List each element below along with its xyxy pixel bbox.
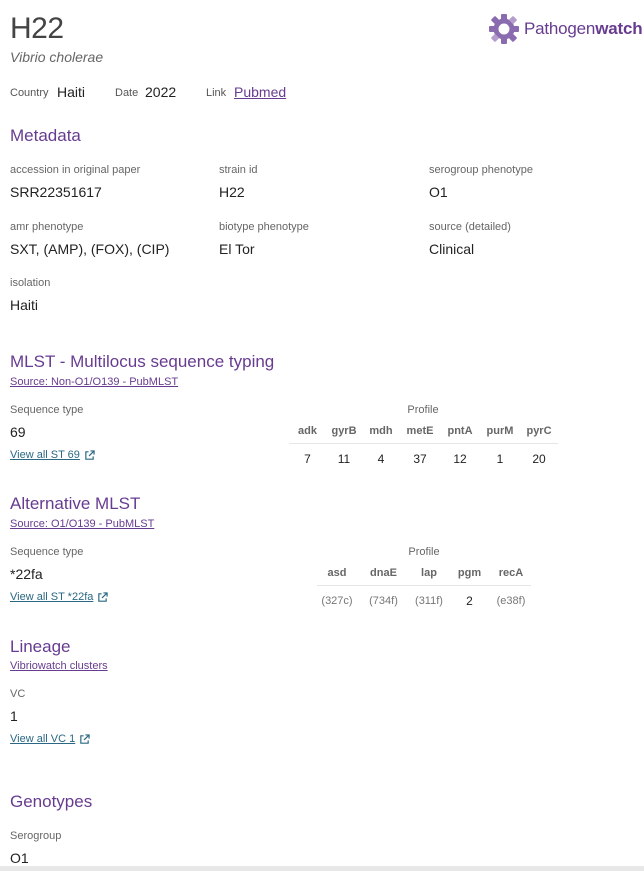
view-all-vc-link[interactable]: View all VC 1 xyxy=(10,733,90,745)
sequence-type-value: 69 xyxy=(10,424,26,440)
external-link-icon xyxy=(85,449,95,460)
allele-cell: 7 xyxy=(289,442,326,475)
allele-cell: (327c) xyxy=(317,584,357,617)
view-all-alt-st-link[interactable]: View all ST *22fa xyxy=(10,591,109,603)
metadata-heading: Metadata xyxy=(10,126,81,145)
genotypes-heading: Genotypes xyxy=(10,792,93,811)
mlst-profile-table: adk gyrB mdh metE pntA purM pyrC 7 11 4 … xyxy=(289,419,558,475)
allele-cell: 2 xyxy=(448,584,491,617)
allele-cell: (734f) xyxy=(357,584,410,617)
view-all-vc-label: View all VC 1 xyxy=(10,733,76,745)
logo-text: Pathogenwatch xyxy=(524,19,643,38)
gene-header: metE xyxy=(406,424,434,437)
pathogenwatch-logo-icon xyxy=(489,14,519,44)
gene-header: mdh xyxy=(369,424,393,437)
page-title: H22 xyxy=(10,12,64,45)
date-label: Date xyxy=(115,87,139,99)
view-all-st-link[interactable]: View all ST 69 xyxy=(10,449,95,461)
field-label: accession in original paper xyxy=(10,164,141,176)
field-label: strain id xyxy=(219,164,258,176)
field-label: source (detailed) xyxy=(429,221,511,233)
country-label: Country xyxy=(10,87,49,99)
field-label: biotype phenotype xyxy=(219,221,309,233)
allele-cell: 4 xyxy=(362,442,400,475)
pathogenwatch-logo[interactable]: Pathogenwatch xyxy=(488,12,643,46)
gene-header: adk xyxy=(298,424,317,437)
sequence-type-label: Sequence type xyxy=(10,404,84,416)
species-name: Vibrio cholerae xyxy=(10,49,104,65)
scroll-edge xyxy=(0,866,644,871)
lineage-heading: Lineage xyxy=(10,637,71,656)
mlst-source-link[interactable]: Source: Non-O1/O139 - PubMLST xyxy=(10,376,178,388)
view-all-st-label: View all ST 69 xyxy=(10,449,80,461)
field-value: H22 xyxy=(219,184,245,200)
mlst-heading: MLST - Multilocus sequence typing xyxy=(10,352,275,371)
alt-mlst-profile-table: asd dnaE lap pgm recA (327c) (734f) (311… xyxy=(317,561,531,617)
allele-cell: (e38f) xyxy=(491,584,531,617)
lineage-value: 1 xyxy=(10,708,18,724)
allele-cell: 12 xyxy=(440,442,480,475)
gene-header: asd xyxy=(327,566,347,579)
field-label: isolation xyxy=(10,277,51,289)
field-label: amr phenotype xyxy=(10,221,84,233)
lineage-source-link[interactable]: Vibriowatch clusters xyxy=(10,660,108,672)
allele-cell: 1 xyxy=(480,442,520,475)
date-value: 2022 xyxy=(145,84,177,100)
country-value: Haiti xyxy=(57,84,86,100)
profile-header-row: adk gyrB mdh metE pntA purM pyrC xyxy=(289,419,558,443)
gene-header: gyrB xyxy=(331,424,357,437)
external-link-icon xyxy=(80,733,90,744)
gene-header: purM xyxy=(486,424,514,437)
allele-cell: (311f) xyxy=(410,584,448,617)
field-value: SRR22351617 xyxy=(10,184,102,200)
profile-label: Profile xyxy=(408,546,440,558)
serogroup-label: Serogroup xyxy=(10,830,62,842)
gene-header: pgm xyxy=(457,566,482,579)
profile-allele-row: 7 11 4 37 12 1 20 xyxy=(289,442,558,475)
alt-mlst-heading: Alternative MLST xyxy=(10,494,141,513)
lineage-label: VC xyxy=(10,688,26,700)
field-value: Clinical xyxy=(429,241,475,257)
gene-header: pyrC xyxy=(526,424,552,437)
profile-allele-row: (327c) (734f) (311f) 2 (e38f) xyxy=(317,584,531,617)
alt-mlst-source-link[interactable]: Source: O1/O139 - PubMLST xyxy=(10,518,154,530)
field-value: SXT, (AMP), (FOX), (CIP) xyxy=(10,241,170,257)
external-link-icon xyxy=(98,591,109,602)
gene-header: pntA xyxy=(447,424,473,437)
pubmed-link[interactable]: Pubmed xyxy=(234,84,286,100)
gene-header: lap xyxy=(421,566,437,579)
gene-header: recA xyxy=(498,566,524,579)
sequence-type-value: *22fa xyxy=(10,566,43,582)
field-label: serogroup phenotype xyxy=(429,164,533,176)
allele-cell: 11 xyxy=(326,442,362,475)
allele-cell: 20 xyxy=(520,442,558,475)
serogroup-value: O1 xyxy=(10,850,29,866)
field-value: El Tor xyxy=(219,241,255,257)
field-value: Haiti xyxy=(10,297,39,313)
profile-header-row: asd dnaE lap pgm recA xyxy=(317,561,531,585)
sequence-type-label: Sequence type xyxy=(10,546,84,558)
link-label: Link xyxy=(206,87,227,99)
field-value: O1 xyxy=(429,184,448,200)
gene-header: dnaE xyxy=(370,566,397,579)
view-all-alt-st-label: View all ST *22fa xyxy=(10,591,94,603)
profile-label: Profile xyxy=(407,404,439,416)
allele-cell: 37 xyxy=(400,442,440,475)
